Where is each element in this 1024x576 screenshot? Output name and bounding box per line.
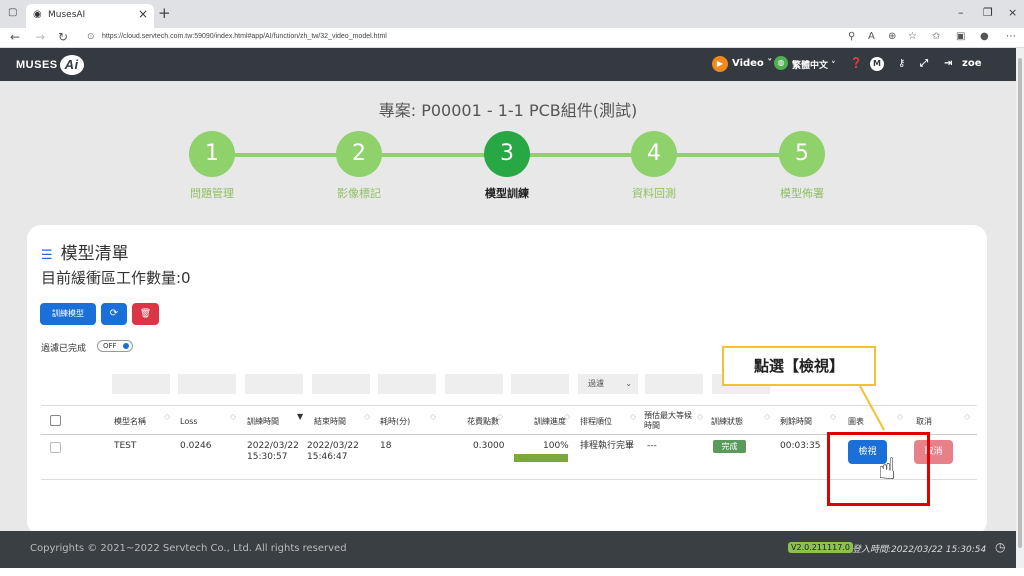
footer: Copyrights © 2021~2022 Servtech Co., Ltd… xyxy=(0,531,1016,568)
callout-line xyxy=(859,385,885,431)
login-time: 登入時間:2022/03/22 15:30:54 xyxy=(852,545,987,555)
clock-icon: ◷ xyxy=(995,540,1006,554)
version-badge: V2.0.211117.0 xyxy=(788,542,853,553)
scrollbar-thumb[interactable] xyxy=(1018,58,1022,548)
copyright: Copyrights © 2021~2022 Servtech Co., Ltd… xyxy=(30,543,347,554)
callout-box: 點選【檢視】 xyxy=(722,346,876,386)
hand-pointer-icon: ☝ xyxy=(878,452,897,487)
page-scrollbar[interactable] xyxy=(1016,48,1024,568)
